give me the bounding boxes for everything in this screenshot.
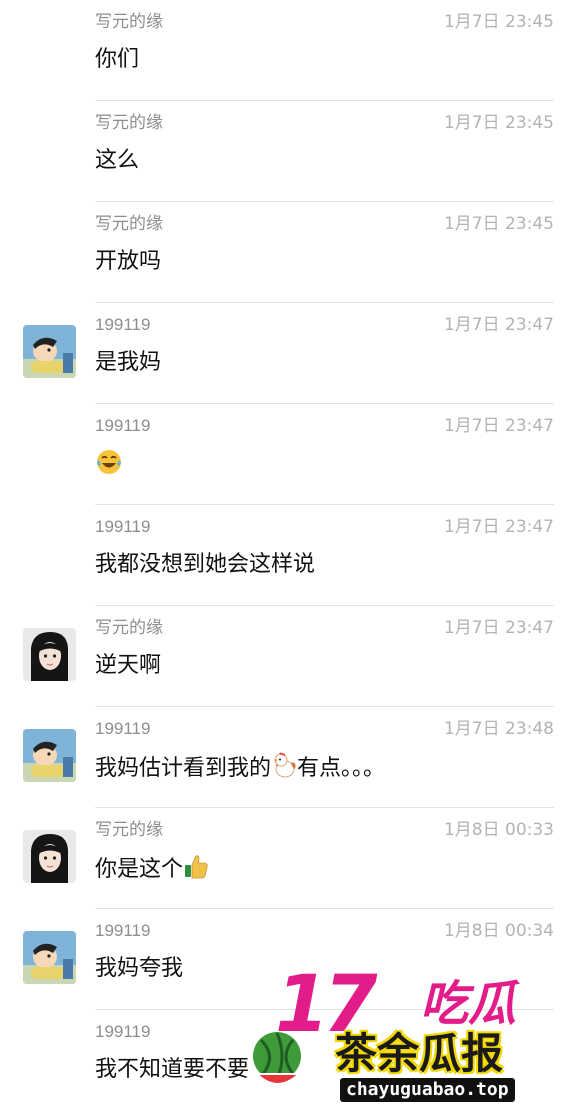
girl-avatar[interactable] bbox=[23, 830, 76, 883]
sender-name: 199119 bbox=[95, 517, 151, 536]
sender-name: 199119 bbox=[95, 719, 151, 738]
message-item[interactable]: 199119 1月7日 23:48 我妈估计看到我的 有点。。。 bbox=[0, 707, 578, 808]
watermelon-icon bbox=[247, 1028, 307, 1095]
message-item[interactable]: 写元的缘 1月8日 00:33 你是这个 bbox=[0, 808, 578, 909]
message-time: 1月7日 23:47 bbox=[443, 618, 554, 638]
cartoon-avatar[interactable] bbox=[23, 931, 76, 984]
girl-avatar[interactable] bbox=[23, 628, 76, 681]
sender-name: 199119 bbox=[95, 315, 151, 334]
sender-name: 写元的缘 bbox=[95, 820, 163, 839]
message-item[interactable]: 写元的缘 1月7日 23:45 这么 bbox=[0, 101, 578, 202]
message-text: 我妈夸我 bbox=[95, 955, 184, 980]
cartoon-avatar[interactable] bbox=[23, 729, 76, 782]
sender-name: 写元的缘 bbox=[95, 113, 163, 132]
watermark-url: chayuguabao.top bbox=[340, 1078, 515, 1102]
message-text: 我不知道要不要 bbox=[95, 1056, 250, 1081]
message-text: 这么 bbox=[95, 147, 140, 172]
message-text: 你是这个 bbox=[95, 852, 209, 888]
sender-name: 写元的缘 bbox=[95, 214, 163, 233]
watermark-brand: 吃瓜 bbox=[420, 976, 517, 1032]
message-item[interactable]: 写元的缘 1月7日 23:45 开放吗 bbox=[0, 202, 578, 303]
message-text: 开放吗 bbox=[95, 248, 162, 273]
sender-name: 199119 bbox=[95, 416, 151, 435]
message-time: 1月7日 23:47 bbox=[443, 517, 554, 537]
message-item[interactable]: 写元的缘 1月7日 23:47 逆天啊 bbox=[0, 606, 578, 707]
sender-name: 写元的缘 bbox=[95, 12, 163, 31]
message-item[interactable]: 写元的缘 1月7日 23:45 你们 bbox=[0, 0, 578, 101]
message-time: 1月7日 23:45 bbox=[443, 113, 554, 133]
message-time: 1月8日 00:33 bbox=[443, 820, 554, 840]
message-text: 你们 bbox=[95, 46, 140, 71]
message-text-part: 我妈估计看到我的 bbox=[95, 755, 272, 780]
message-text: 我都没想到她会这样说 bbox=[95, 551, 316, 576]
message-item[interactable]: 199119 1月7日 23:47 我都没想到她会这样说 bbox=[0, 505, 578, 606]
thumbs-up-emoji bbox=[183, 852, 209, 888]
message-time: 1月7日 23:48 bbox=[443, 719, 554, 739]
message-text: 逆天啊 bbox=[95, 652, 162, 677]
message-text: 是我妈 bbox=[95, 349, 162, 374]
message-time: 1月7日 23:45 bbox=[443, 12, 554, 32]
message-time: 1月8日 00:34 bbox=[443, 921, 554, 941]
message-time: 1月7日 23:47 bbox=[443, 416, 554, 436]
message-text-part: 有点。。。 bbox=[297, 755, 386, 780]
sender-name: 199119 bbox=[95, 921, 151, 940]
laughing-tears-emoji bbox=[95, 448, 123, 484]
message-text bbox=[95, 448, 123, 484]
message-item[interactable]: 199119 1月7日 23:47 bbox=[0, 404, 578, 505]
message-text-part: 你是这个 bbox=[95, 856, 184, 881]
chicken-emoji bbox=[271, 751, 297, 787]
message-time: 1月7日 23:47 bbox=[443, 315, 554, 335]
watermark: 17 吃瓜 茶余瓜报 chayuguabao.top bbox=[245, 960, 578, 1107]
sender-name: 写元的缘 bbox=[95, 618, 163, 637]
sender-name: 199119 bbox=[95, 1022, 151, 1041]
cartoon-avatar[interactable] bbox=[23, 325, 76, 378]
message-item[interactable]: 199119 1月7日 23:47 是我妈 bbox=[0, 303, 578, 404]
message-time: 1月7日 23:45 bbox=[443, 214, 554, 234]
message-text: 我妈估计看到我的 有点。。。 bbox=[95, 751, 385, 787]
watermark-cn: 茶余瓜报 bbox=[335, 1029, 504, 1078]
